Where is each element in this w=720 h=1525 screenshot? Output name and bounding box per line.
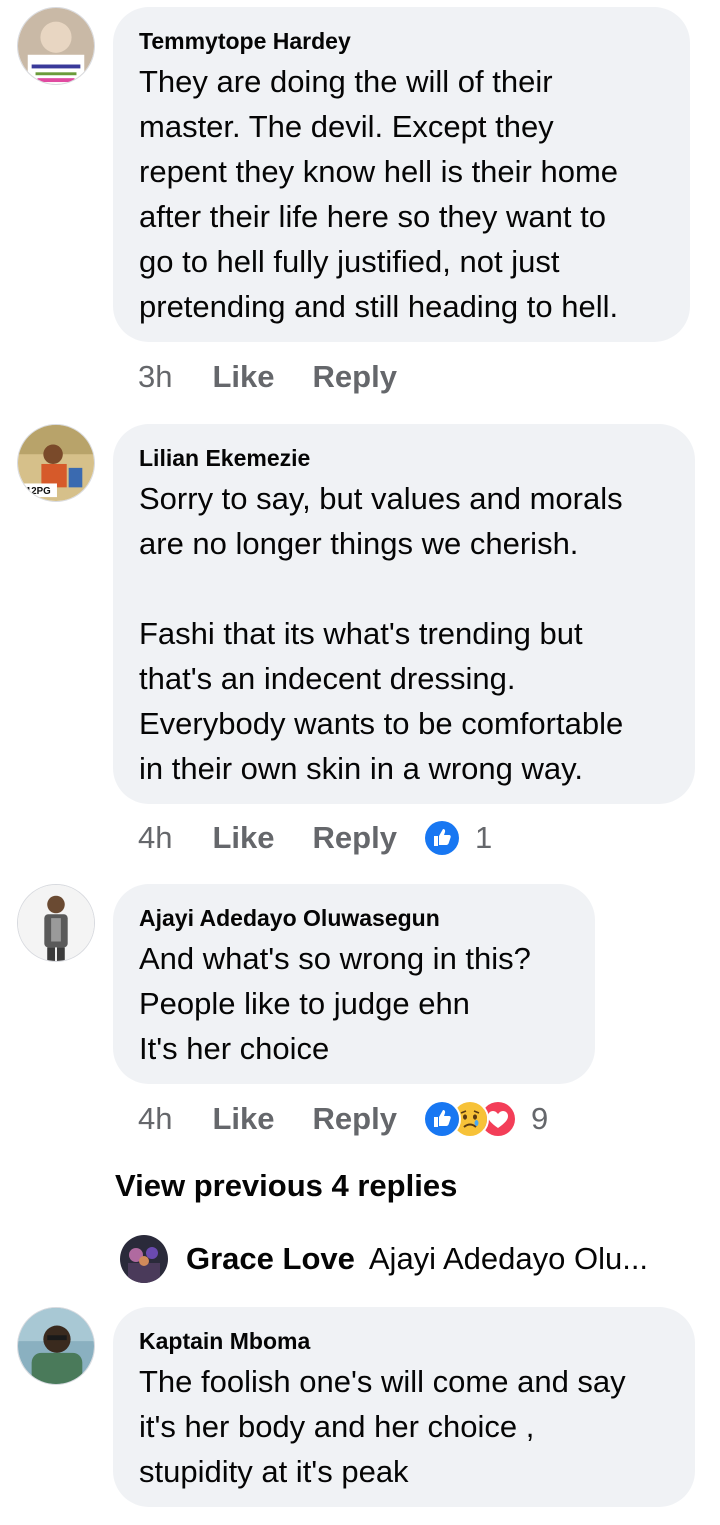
comment-author[interactable]: Temmytope Hardey — [139, 27, 664, 55]
comment-bubble: Kaptain Mboma The foolish one's will com… — [113, 1307, 695, 1507]
like-icon — [422, 1100, 461, 1138]
reaction-count: 9 — [530, 1101, 549, 1136]
like-icon — [422, 819, 461, 857]
like-button[interactable]: Like — [212, 820, 274, 856]
comment-bubble: Lilian Ekemezie Sorry to say, but values… — [113, 424, 695, 804]
reply-button[interactable]: Reply — [313, 1101, 397, 1137]
reply-button[interactable]: Reply — [313, 820, 397, 856]
reaction-summary[interactable]: 9 — [422, 1100, 549, 1138]
comment-actions: 3h Like Reply — [138, 357, 435, 397]
comment-text: And what's so wrong in this? People like… — [139, 941, 531, 1066]
svg-text:12PG: 12PG — [26, 486, 51, 497]
comment-text: The foolish one's will come and say it's… — [139, 1364, 626, 1489]
view-previous-replies-link[interactable]: View previous 4 replies — [115, 1168, 457, 1204]
avatar[interactable] — [17, 884, 95, 962]
comment-text: They are doing the will of their master.… — [139, 64, 619, 324]
comment-text: Sorry to say, but values and morals are … — [139, 481, 624, 786]
reply-text: Ajayi Adedayo Olu... — [368, 1241, 649, 1276]
avatar[interactable] — [120, 1235, 168, 1283]
reaction-count: 1 — [474, 820, 493, 855]
avatar[interactable]: 12PG — [17, 424, 95, 502]
comment-timestamp[interactable]: 4h — [138, 820, 172, 856]
comment-author[interactable]: Kaptain Mboma — [139, 1327, 669, 1355]
avatar[interactable] — [17, 7, 95, 85]
reply-preview[interactable]: Grace Love Ajayi Adedayo Olu... — [120, 1235, 680, 1283]
comment-bubble: Ajayi Adedayo Oluwasegun And what's so w… — [113, 884, 595, 1084]
comment-author[interactable]: Ajayi Adedayo Oluwasegun — [139, 904, 569, 932]
avatar[interactable] — [17, 1307, 95, 1385]
like-button[interactable]: Like — [212, 359, 274, 395]
reply-button[interactable]: Reply — [313, 359, 397, 395]
comment-timestamp[interactable]: 4h — [138, 1101, 172, 1137]
like-button[interactable]: Like — [212, 1101, 274, 1137]
comment-bubble: Temmytope Hardey They are doing the will… — [113, 7, 690, 342]
comment-timestamp[interactable]: 3h — [138, 359, 172, 395]
comment-actions: 4h Like Reply 1 — [138, 818, 492, 858]
comment-actions: 4h Like Reply 9 — [138, 1099, 548, 1139]
reply-author[interactable]: Grace Love — [186, 1241, 355, 1277]
comment-author[interactable]: Lilian Ekemezie — [139, 444, 669, 472]
reaction-summary[interactable]: 1 — [422, 819, 493, 857]
